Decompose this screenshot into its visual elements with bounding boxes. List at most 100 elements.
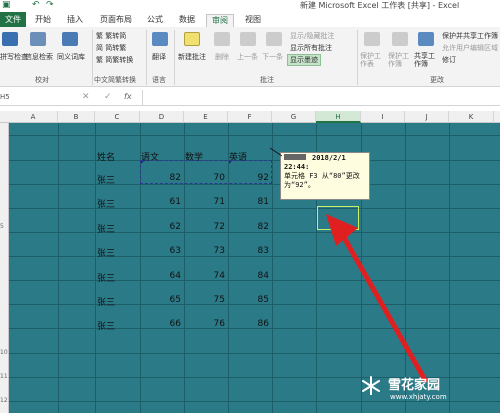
column-header-k[interactable]: K xyxy=(449,111,494,123)
snowflake-logo-icon xyxy=(362,376,380,395)
tab-formulas[interactable]: 公式 xyxy=(142,14,168,27)
next-comment-button[interactable]: 下一条 xyxy=(262,52,283,62)
table-cell[interactable]: 64 xyxy=(151,271,181,281)
track-changes-button[interactable]: 修订 xyxy=(442,55,456,65)
column-header-a[interactable]: A xyxy=(9,111,58,123)
table-cell[interactable]: 张三 xyxy=(97,271,115,284)
row-header: 5 10 11 12 xyxy=(0,123,9,413)
table-cell[interactable]: 76 xyxy=(195,319,225,329)
table-cell[interactable]: 82 xyxy=(151,173,181,183)
column-header-j[interactable]: J xyxy=(405,111,449,123)
tab-insert[interactable]: 插入 xyxy=(62,14,88,27)
table-cell[interactable]: 82 xyxy=(239,222,269,232)
research-button[interactable]: 信息检索 xyxy=(25,52,53,62)
prev-comment-button[interactable]: 上一条 xyxy=(237,52,258,62)
comment-time: 22:44: xyxy=(284,163,310,171)
next-comment-icon xyxy=(266,32,282,46)
comment-connector xyxy=(269,147,283,157)
table-cell[interactable]: 70 xyxy=(195,173,225,183)
column-header-b[interactable]: B xyxy=(58,111,95,123)
t2s-button[interactable]: 繁 繁转简 xyxy=(96,31,126,41)
table-cell[interactable]: 85 xyxy=(239,295,269,305)
column-header-i[interactable]: I xyxy=(361,111,405,123)
table-cell[interactable]: 张三 xyxy=(97,246,115,259)
table-cell[interactable]: 74 xyxy=(195,271,225,281)
row-header-cell[interactable]: 11 xyxy=(0,373,9,380)
row-header-cell[interactable]: 12 xyxy=(0,397,9,404)
cancel-icon[interactable]: ✕ xyxy=(82,92,90,102)
name-box[interactable]: H5 xyxy=(0,93,10,101)
table-cell[interactable]: 张三 xyxy=(97,295,115,308)
new-comment-button[interactable]: 新建批注 xyxy=(178,52,206,62)
table-cell[interactable]: 92 xyxy=(239,173,269,183)
table-cell[interactable]: 73 xyxy=(195,246,225,256)
protect-sheet-button[interactable]: 保护工作表 xyxy=(360,52,386,68)
translate-button[interactable]: 翻译 xyxy=(152,52,166,62)
table-cell[interactable]: 71 xyxy=(195,197,225,207)
table-cell[interactable]: 84 xyxy=(239,271,269,281)
insert-function-icon[interactable]: fx xyxy=(124,92,132,101)
tab-view[interactable]: 视图 xyxy=(240,14,266,27)
share-workbook-icon xyxy=(418,32,434,46)
table-cell[interactable]: 62 xyxy=(151,222,181,232)
column-header-e[interactable]: E xyxy=(184,111,228,123)
table-cell[interactable]: 65 xyxy=(151,295,181,305)
group-chinese-conversion: 中文简繁转换 xyxy=(94,76,136,84)
table-cell[interactable]: 张三 xyxy=(97,173,115,186)
redo-icon[interactable]: ↷ xyxy=(46,0,54,10)
column-header-g[interactable]: G xyxy=(272,111,316,123)
show-ink-button[interactable]: 显示墨迹 xyxy=(287,54,321,66)
research-icon xyxy=(30,32,46,46)
table-cell[interactable]: 81 xyxy=(239,197,269,207)
tab-file[interactable]: 文件 xyxy=(0,12,26,27)
show-hide-comment-button[interactable]: 显示/隐藏批注 xyxy=(290,31,334,41)
comment-box[interactable]: 2018/2/1 22:44: 单元格 F3 从“80”更改为“92”。 xyxy=(280,152,370,200)
group-language: 语言 xyxy=(152,76,166,84)
table-header-name[interactable]: 姓名 xyxy=(97,150,115,163)
table-cell[interactable]: 张三 xyxy=(97,197,115,210)
tab-data[interactable]: 数据 xyxy=(174,14,200,27)
protect-workbook-button[interactable]: 保护工作簿 xyxy=(388,52,414,68)
save-icon[interactable]: ▣ xyxy=(2,0,11,10)
table-cell[interactable]: 张三 xyxy=(97,319,115,332)
tab-home[interactable]: 开始 xyxy=(30,14,56,27)
undo-icon[interactable]: ↶ xyxy=(32,0,40,10)
column-header-c[interactable]: C xyxy=(95,111,140,123)
spell-check-button[interactable]: 拼写检查 xyxy=(0,52,28,62)
s2t-label: 简转繁 xyxy=(105,44,127,52)
protect-sheet-icon xyxy=(364,32,380,46)
protect-share-button[interactable]: 保护并共享工作簿 xyxy=(442,31,498,41)
table-cell[interactable]: 72 xyxy=(195,222,225,232)
table-cell[interactable]: 83 xyxy=(239,246,269,256)
tab-page-layout[interactable]: 页面布局 xyxy=(96,14,136,27)
show-all-comments-button[interactable]: 显示所有批注 xyxy=(290,43,332,53)
share-workbook-button[interactable]: 共享工作簿 xyxy=(414,52,440,68)
table-cell[interactable]: 张三 xyxy=(97,222,115,235)
column-header-f[interactable]: F xyxy=(228,111,272,123)
title-bar: ▣ ↶ ↷ 新建 Microsoft Excel 工作表 [共享] - Exce… xyxy=(0,0,500,12)
group-comments: 批注 xyxy=(260,76,274,84)
column-header-d[interactable]: D xyxy=(140,111,184,123)
table-cell[interactable]: 63 xyxy=(151,246,181,256)
thesaurus-button[interactable]: 同义词库 xyxy=(57,52,85,62)
allow-edit-ranges-button[interactable]: 允许用户编辑区域 xyxy=(442,43,498,53)
divider xyxy=(357,30,358,85)
convert-button[interactable]: 繁 简繁转换 xyxy=(96,55,133,65)
convert-label: 简繁转换 xyxy=(105,56,134,64)
table-cell[interactable]: 86 xyxy=(239,319,269,329)
table-cell[interactable]: 66 xyxy=(151,319,181,329)
row-header-cell[interactable]: 5 xyxy=(0,223,9,230)
table-cell[interactable]: 75 xyxy=(195,295,225,305)
grid-line xyxy=(272,123,273,413)
delete-comment-button[interactable]: 删除 xyxy=(215,52,229,62)
row-header-cell[interactable]: 10 xyxy=(0,349,9,356)
table-cell[interactable]: 61 xyxy=(151,197,181,207)
grid-line xyxy=(9,401,500,402)
column-header-h[interactable]: H xyxy=(316,111,361,123)
enter-icon[interactable]: ✓ xyxy=(104,92,112,102)
new-comment-icon xyxy=(184,32,200,46)
formula-input[interactable] xyxy=(142,90,500,105)
tab-review[interactable]: 审阅 xyxy=(206,14,234,27)
s2t-button[interactable]: 简 简转繁 xyxy=(96,43,126,53)
red-arrow xyxy=(326,214,428,383)
